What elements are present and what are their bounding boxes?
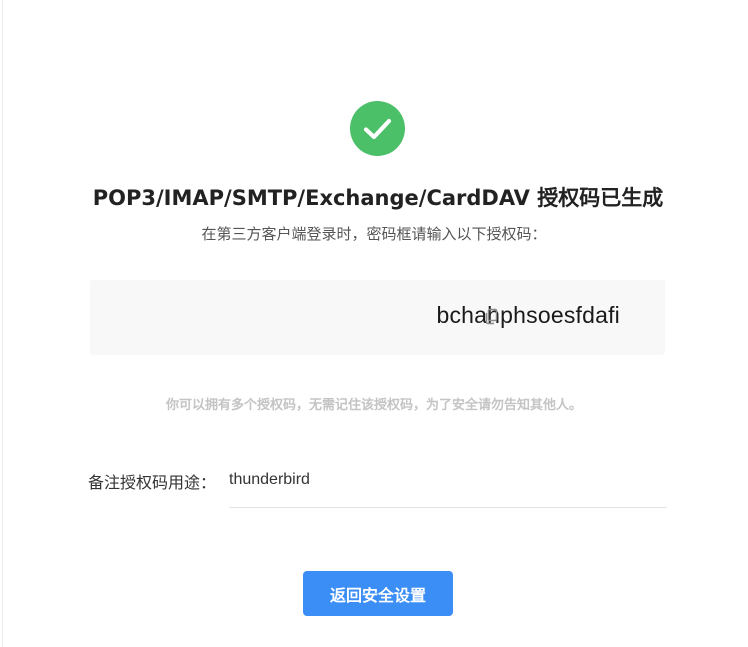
divider [2,0,3,647]
note-input[interactable] [229,462,667,508]
back-to-security-settings-button[interactable]: 返回安全设置 [303,571,453,616]
auth-code-generated-page: POP3/IMAP/SMTP/Exchange/CardDAV 授权码已生成 在… [0,0,748,647]
note-label: 备注授权码用途： [88,473,217,492]
copy-icon[interactable] [483,308,501,328]
page-title: POP3/IMAP/SMTP/Exchange/CardDAV 授权码已生成 [92,186,664,210]
auth-code-box: bchahphsoesfdafi [90,280,665,355]
page-subtitle: 在第三方客户端登录时，密码框请输入以下授权码： [201,225,547,243]
checkmark-icon [350,101,405,156]
hint-text: 你可以拥有多个授权码，无需记住该授权码，为了安全请勿告知其他人。 [165,398,582,413]
auth-code-value[interactable]: bchahphsoesfdafi [90,302,620,329]
